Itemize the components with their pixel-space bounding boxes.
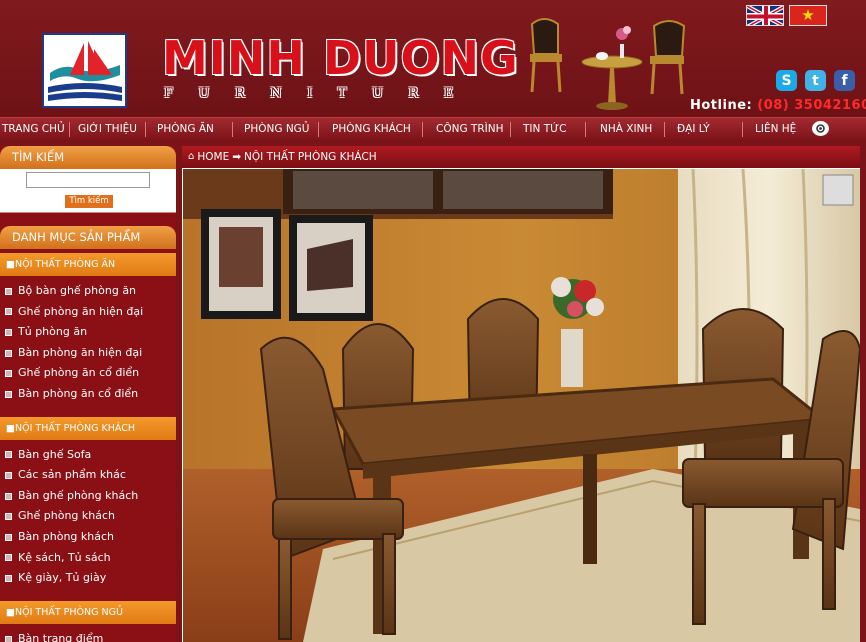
- main-content: ⌂ HOME ➡ NỘI THẤT PHÒNG KHÁCH: [182, 146, 860, 642]
- breadcrumb: ⌂ HOME ➡ NỘI THẤT PHÒNG KHÁCH: [182, 146, 860, 168]
- sidebar-item[interactable]: Bàn ghế Sofa: [0, 445, 176, 466]
- sidebar-item-label: Bàn phòng khách: [18, 529, 114, 543]
- search-button[interactable]: Tìm kiếm: [65, 195, 113, 208]
- brand-name: MINH DUONG: [162, 31, 519, 85]
- uk-flag-icon[interactable]: [746, 5, 784, 26]
- bullet-icon: [5, 328, 12, 336]
- home-icon[interactable]: ⌂: [188, 146, 194, 168]
- nav-separator: [664, 122, 665, 137]
- bullet-icon: [5, 451, 12, 459]
- sidebar-item[interactable]: Tủ phòng ăn: [0, 322, 176, 343]
- nav-separator: [69, 122, 70, 137]
- nav-item-home[interactable]: TRANG CHỦ: [2, 118, 65, 141]
- sidebar: TÌM KIẾM Tìm kiếm DANH MỤC SẢN PHẨM ■NỘI…: [0, 146, 176, 642]
- sidebar-item-label: Ghế phòng khách: [18, 509, 115, 523]
- product-photo: [183, 169, 860, 642]
- sidebar-item[interactable]: Bàn phòng ăn hiện đại: [0, 343, 176, 364]
- nav-item-dining-room[interactable]: PHÒNG ĂN: [157, 118, 214, 141]
- sidebar-item[interactable]: Bàn trang điểm: [0, 629, 176, 642]
- search-input[interactable]: [26, 172, 150, 188]
- sidebar-item-label: Bàn phòng ăn hiện đại: [18, 345, 143, 359]
- brand-tagline: FURNITURE: [164, 86, 479, 101]
- sidebar-item-label: Các sản phẩm khác: [18, 468, 126, 482]
- main-nav: TRANG CHỦ GIỚI THIỆU PHÒNG ĂN PHÒNG NGỦ …: [0, 117, 866, 140]
- category-group-label: NỘI THẤT PHÒNG NGỦ: [14, 606, 123, 618]
- nav-search-icon[interactable]: [812, 121, 829, 136]
- nav-item-about[interactable]: GIỚI THIỆU: [78, 118, 137, 141]
- arrow-right-icon: ➡: [232, 151, 242, 163]
- nav-separator: [145, 122, 146, 137]
- site-logo[interactable]: [42, 33, 127, 108]
- bullet-icon: [5, 370, 12, 378]
- nav-separator: [742, 122, 743, 137]
- search-box-title: TÌM KIẾM: [0, 146, 176, 169]
- twitter-icon[interactable]: t: [805, 70, 826, 91]
- hotline-number[interactable]: (08) 35042160: [757, 98, 866, 113]
- nav-item-projects[interactable]: CÔNG TRÌNH: [436, 118, 503, 141]
- bullet-icon: [5, 554, 12, 562]
- hotline-label: Hotline:: [690, 98, 753, 113]
- sidebar-item-label: Bàn trang điểm: [18, 631, 104, 642]
- nav-separator: [318, 122, 319, 137]
- nav-item-living-room[interactable]: PHÒNG KHÁCH: [332, 118, 411, 141]
- breadcrumb-home[interactable]: HOME: [197, 146, 229, 168]
- sidebar-item[interactable]: Bàn phòng khách: [0, 527, 176, 548]
- nav-item-contact[interactable]: LIÊN HỆ: [755, 118, 796, 141]
- category-group-dining[interactable]: ■NỘI THẤT PHÒNG ĂN: [0, 253, 176, 276]
- nav-separator: [232, 122, 233, 137]
- nav-separator: [510, 122, 511, 137]
- bullet-icon: [5, 287, 12, 295]
- sidebar-item-label: Bàn ghế phòng khách: [18, 488, 139, 502]
- bullet-icon: [5, 308, 12, 316]
- sidebar-item[interactable]: Kệ giày, Tủ giày: [0, 568, 176, 589]
- bullet-icon: [5, 513, 12, 521]
- nav-item-dealers[interactable]: ĐẠI LÝ: [677, 118, 710, 141]
- sidebar-item-label: Bàn phòng ăn cổ điển: [18, 386, 139, 400]
- page-root: { "header": { "brand": "MINH DUONG", "ta…: [0, 0, 866, 642]
- category-group-label: NỘI THẤT PHÒNG ĂN: [14, 259, 116, 270]
- sidebar-item[interactable]: Bàn phòng ăn cổ điển: [0, 384, 176, 405]
- category-title: DANH MỤC SẢN PHẨM: [0, 226, 176, 249]
- breadcrumb-current: NỘI THẤT PHÒNG KHÁCH: [244, 151, 377, 163]
- nav-separator: [422, 122, 423, 137]
- nav-item-bedroom[interactable]: PHÒNG NGỦ: [244, 118, 310, 141]
- header-furniture-image: [530, 18, 686, 110]
- sidebar-item-label: Kệ sách, Tủ sách: [18, 550, 111, 564]
- sidebar-item[interactable]: Ghế phòng ăn cổ điển: [0, 363, 176, 384]
- sidebar-item-label: Bàn ghế Sofa: [18, 447, 92, 461]
- search-box: Tìm kiếm: [0, 169, 176, 213]
- sidebar-item-label: Tủ phòng ăn: [18, 325, 88, 339]
- category-group-label: NỘI THẤT PHÒNG KHÁCH: [14, 422, 135, 434]
- bullet-icon: [5, 492, 12, 500]
- facebook-icon[interactable]: f: [834, 70, 855, 91]
- bullet-icon: [5, 533, 12, 541]
- bullet-icon: [5, 635, 12, 642]
- nav-separator: [585, 122, 586, 137]
- sidebar-item[interactable]: Bộ bàn ghế phòng ăn: [0, 281, 176, 302]
- bullet-icon: [5, 574, 12, 582]
- sidebar-item[interactable]: Bàn ghế phòng khách: [0, 486, 176, 507]
- sidebar-item[interactable]: Kệ sách, Tủ sách: [0, 548, 176, 569]
- category-group-living[interactable]: ■NỘI THẤT PHÒNG KHÁCH: [0, 416, 176, 440]
- social-links: S t f: [776, 70, 855, 91]
- sidebar-item-label: Bộ bàn ghế phòng ăn: [18, 284, 137, 297]
- bullet-icon: [5, 349, 12, 357]
- category-group-bedroom[interactable]: ■NỘI THẤT PHÒNG NGỦ: [0, 600, 176, 624]
- nav-item-news[interactable]: TIN TỨC: [523, 118, 566, 141]
- skype-icon[interactable]: S: [776, 70, 797, 91]
- sidebar-item[interactable]: Các sản phẩm khác: [0, 465, 176, 486]
- language-switcher: ★: [746, 5, 827, 26]
- sidebar-item[interactable]: Ghế phòng khách: [0, 506, 176, 527]
- bullet-icon: [5, 390, 12, 398]
- nav-item-nha-xinh[interactable]: NHÀ XINH: [600, 118, 652, 141]
- bullet-icon: [5, 471, 12, 479]
- site-header: MINH DUONG FURNITURE ★ S t f Hotline: (0…: [0, 0, 866, 117]
- sidebar-item-label: Kệ giày, Tủ giày: [18, 571, 107, 585]
- sidebar-item-label: Ghế phòng ăn cổ điển: [18, 366, 140, 380]
- sidebar-item[interactable]: Ghế phòng ăn hiện đại: [0, 302, 176, 323]
- sidebar-item-label: Ghế phòng ăn hiện đại: [18, 304, 144, 318]
- hotline: Hotline: (08) 35042160: [690, 98, 866, 113]
- vietnam-flag-icon[interactable]: ★: [789, 5, 827, 26]
